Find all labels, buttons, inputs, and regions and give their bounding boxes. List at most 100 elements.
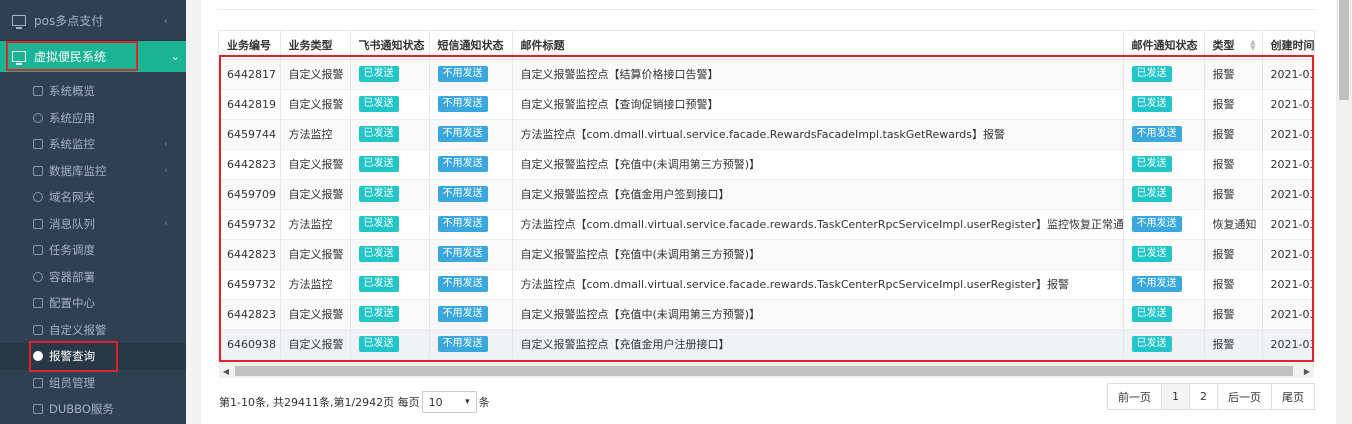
table-row[interactable]: 6442823 自定义报警 已发送 不用发送 自定义报警监控点【充值中(未调用第三方预警… [219,149,1314,180]
cell-sms: 不用发送 [429,149,513,180]
cell-type: 报警 [1204,59,1263,90]
cell-id: 6442817 [219,59,281,90]
status-badge: 不用发送 [1131,276,1182,292]
cell-created: 2021-03 [1262,239,1314,270]
column-header-7[interactable]: 创建时间 [1262,31,1314,60]
table-row[interactable]: 6442819 自定义报警 已发送 不用发送 自定义报警监控点【查询促销接口预警】 已发送… [219,89,1314,120]
table-row[interactable]: 6460938 自定义报警 已发送 不用发送 自定义报警监控点【充值金用户注册接口】 已发… [219,329,1314,360]
table-row[interactable]: 6442817 自定义报警 已发送 不用发送 自定义报警监控点【结算价格接口告警】 已发送… [219,59,1314,90]
sidebar-item-4[interactable]: 域名网关 [0,184,186,211]
status-badge: 已发送 [358,216,399,232]
sidebar-item-label: 域名网关 [49,190,95,205]
scrollbar-thumb[interactable] [1339,0,1349,100]
pager-button-4[interactable]: 尾页 [1271,383,1315,410]
cell-sms: 不用发送 [429,299,513,330]
status-badge: 已发送 [358,126,399,142]
sidebar-item-7[interactable]: 容器部署 [0,264,186,291]
cell-id: 6442823 [219,299,281,330]
alarm-table: 业务编号 业务类型 飞书通知状态 短信通知状态 邮件标题 邮件通知状态 类型 ▲ ▼ 创建时间 6… [219,31,1314,360]
column-header-4[interactable]: 邮件标题 [512,31,1124,60]
cell-created: 2021-03 [1262,119,1314,150]
cell-type: 报警 [1204,269,1263,300]
pager-button-2[interactable]: 2 [1189,383,1218,410]
cell-biz_type: 自定义报警 [280,299,351,330]
scroll-right-icon[interactable]: ▶ [1300,364,1314,378]
status-badge: 已发送 [1131,246,1172,262]
page-size-select[interactable]: 10 ▾ [421,391,477,413]
cell-feishu: 已发送 [350,59,430,90]
sidebar-item-11[interactable]: 组员管理 [0,370,186,397]
cell-title: 自定义报警监控点【充值中(未调用第三方预警)】 [512,299,1124,330]
scroll-left-icon[interactable]: ◀ [219,364,233,378]
monitor-chart-icon [33,139,43,150]
status-badge: 不用发送 [437,66,488,82]
status-badge: 不用发送 [437,336,488,352]
table-row[interactable]: 6442823 自定义报警 已发送 不用发送 自定义报警监控点【充值中(未调用第三方预警… [219,239,1314,270]
sidebar-item-label: 任务调度 [49,243,95,258]
status-badge: 不用发送 [1131,216,1182,232]
sidebar-item-1[interactable]: 系统应用 [0,105,186,132]
column-header-0[interactable]: 业务编号 [219,31,281,60]
scrollbar-thumb[interactable] [235,366,1293,376]
cell-feishu: 已发送 [350,149,430,180]
chevron-left-icon: ‹ [163,13,168,27]
cell-biz_type: 自定义报警 [280,239,351,270]
bell-icon [33,324,43,335]
sidebar-item-8[interactable]: 配置中心 [0,290,186,317]
cell-id: 6442819 [219,89,281,120]
sidebar-item-2[interactable]: 系统监控 ‹ [0,131,186,158]
nav-item-label: pos多点支付 [34,13,104,28]
column-header-label: 短信通知状态 [437,38,504,52]
column-header-5[interactable]: 邮件通知状态 [1123,31,1205,60]
pager-button-1[interactable]: 1 [1161,383,1190,410]
column-header-2[interactable]: 飞书通知状态 [350,31,430,60]
cell-feishu: 已发送 [350,239,430,270]
cell-feishu: 已发送 [350,329,430,360]
cog-icon [33,298,43,309]
cell-sms: 不用发送 [429,119,513,150]
cell-email: 已发送 [1123,179,1205,210]
cell-email: 不用发送 [1123,269,1205,300]
nav-item-pos[interactable]: pos多点支付 ‹ [0,0,186,41]
chevron-left-icon: ‹ [164,165,168,177]
table-row[interactable]: 6459744 方法监控 已发送 不用发送 方法监控点【com.dmall.virtua… [219,119,1314,150]
column-header-label: 邮件通知状态 [1131,38,1198,52]
sidebar-item-5[interactable]: 消息队列 ‹ [0,211,186,238]
column-header-3[interactable]: 短信通知状态 [429,31,513,60]
sort-icon[interactable]: ▲ ▼ [1250,39,1255,52]
sidebar-item-0[interactable]: 系统概览 [0,78,186,105]
column-header-6[interactable]: 类型 ▲ ▼ [1204,31,1263,60]
pager-button-0[interactable]: 前一页 [1107,383,1162,410]
table-row[interactable]: 6459709 自定义报警 已发送 不用发送 自定义报警监控点【充值金用户签到接口】 已发… [219,179,1314,210]
status-badge: 已发送 [358,246,399,262]
status-badge: 不用发送 [437,276,488,292]
table-row[interactable]: 6442823 自定义报警 已发送 不用发送 自定义报警监控点【充值中(未调用第三方预警… [219,299,1314,330]
database-icon [33,165,43,176]
cell-email: 已发送 [1123,239,1205,270]
status-badge: 已发送 [358,66,399,82]
pager-button-3[interactable]: 后一页 [1217,383,1272,410]
sidebar-item-3[interactable]: 数据库监控 ‹ [0,158,186,185]
status-badge: 不用发送 [437,96,488,112]
sidebar-item-9[interactable]: 自定义报警 [0,317,186,344]
plane-icon [33,245,43,256]
cell-email: 不用发送 [1123,119,1205,150]
cell-id: 6442823 [219,239,281,270]
cell-created: 2021-03 [1262,329,1314,360]
status-badge: 已发送 [1131,336,1172,352]
column-header-label: 类型 [1212,38,1235,52]
cell-id: 6459732 [219,269,281,300]
status-badge: 已发送 [358,306,399,322]
sidebar-item-6[interactable]: 任务调度 [0,237,186,264]
status-badge: 不用发送 [1131,126,1182,142]
horizontal-scrollbar[interactable]: ◀ ▶ [219,364,1314,378]
vertical-scrollbar[interactable] [1336,0,1352,424]
table-row[interactable]: 6459732 方法监控 已发送 不用发送 方法监控点【com.dmall.virtua… [219,209,1314,240]
status-badge: 不用发送 [437,126,488,142]
column-header-1[interactable]: 业务类型 [280,31,351,60]
cell-type: 报警 [1204,329,1263,360]
cell-email: 已发送 [1123,89,1205,120]
cell-created: 2021-03 [1262,59,1314,90]
table-row[interactable]: 6459732 方法监控 已发送 不用发送 方法监控点【com.dmall.virtua… [219,269,1314,300]
sidebar-item-12[interactable]: DUBBO服务 [0,396,186,423]
